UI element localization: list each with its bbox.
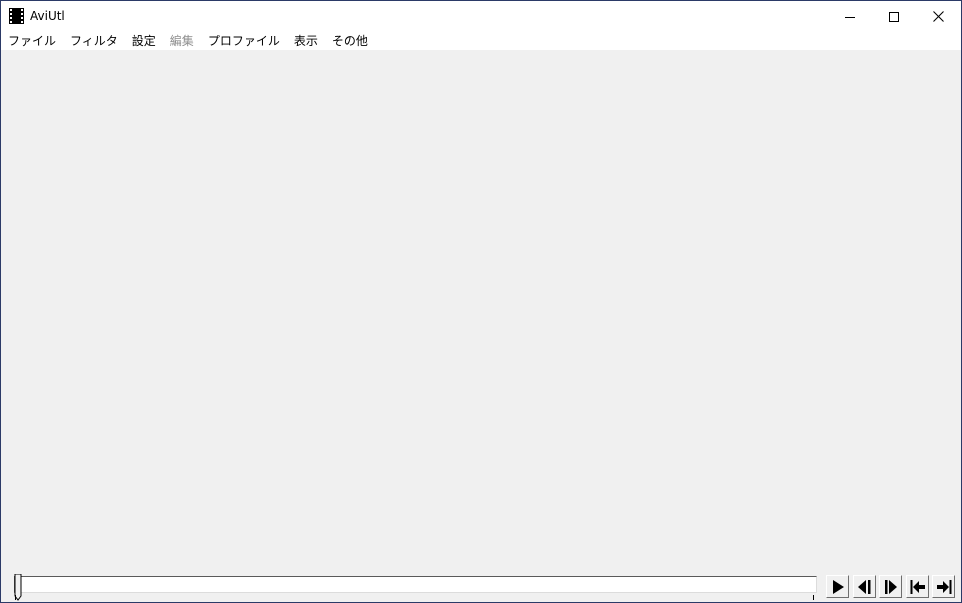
next-frame-button[interactable] [879, 575, 902, 598]
seek-tick-end [813, 595, 814, 600]
film-icon [9, 8, 24, 24]
play-icon [832, 579, 844, 594]
title-bar[interactable]: AviUtl [1, 1, 961, 32]
menu-filter[interactable]: フィルタ [63, 32, 125, 50]
first-frame-button[interactable] [906, 575, 929, 598]
window-title: AviUtl [30, 9, 65, 23]
menu-settings[interactable]: 設定 [125, 32, 163, 50]
play-button[interactable] [826, 575, 849, 598]
next-frame-icon [884, 579, 897, 594]
close-icon [932, 11, 944, 22]
menu-profile[interactable]: プロファイル [201, 32, 287, 50]
menu-other[interactable]: その他 [325, 32, 375, 50]
minimize-icon [845, 16, 855, 18]
menu-view[interactable]: 表示 [287, 32, 325, 50]
menu-bar: ファイル フィルタ 設定 編集 プロファイル 表示 その他 [1, 32, 961, 50]
prev-frame-icon [857, 579, 870, 594]
last-frame-icon [936, 579, 951, 594]
app-window: AviUtl ファイル フィルタ 設定 編集 プロファイル 表示 その他 [0, 0, 962, 603]
menu-file[interactable]: ファイル [1, 32, 63, 50]
seek-tick-start [15, 595, 16, 600]
menu-edit[interactable]: 編集 [163, 32, 201, 50]
close-button[interactable] [915, 1, 961, 32]
minimize-button[interactable] [827, 1, 873, 32]
prev-frame-button[interactable] [853, 575, 876, 598]
video-preview-area[interactable] [1, 50, 961, 570]
last-frame-button[interactable] [932, 575, 955, 598]
seek-bar[interactable] [14, 576, 817, 593]
first-frame-icon [910, 579, 925, 594]
maximize-button[interactable] [871, 1, 917, 32]
maximize-icon [889, 11, 899, 22]
